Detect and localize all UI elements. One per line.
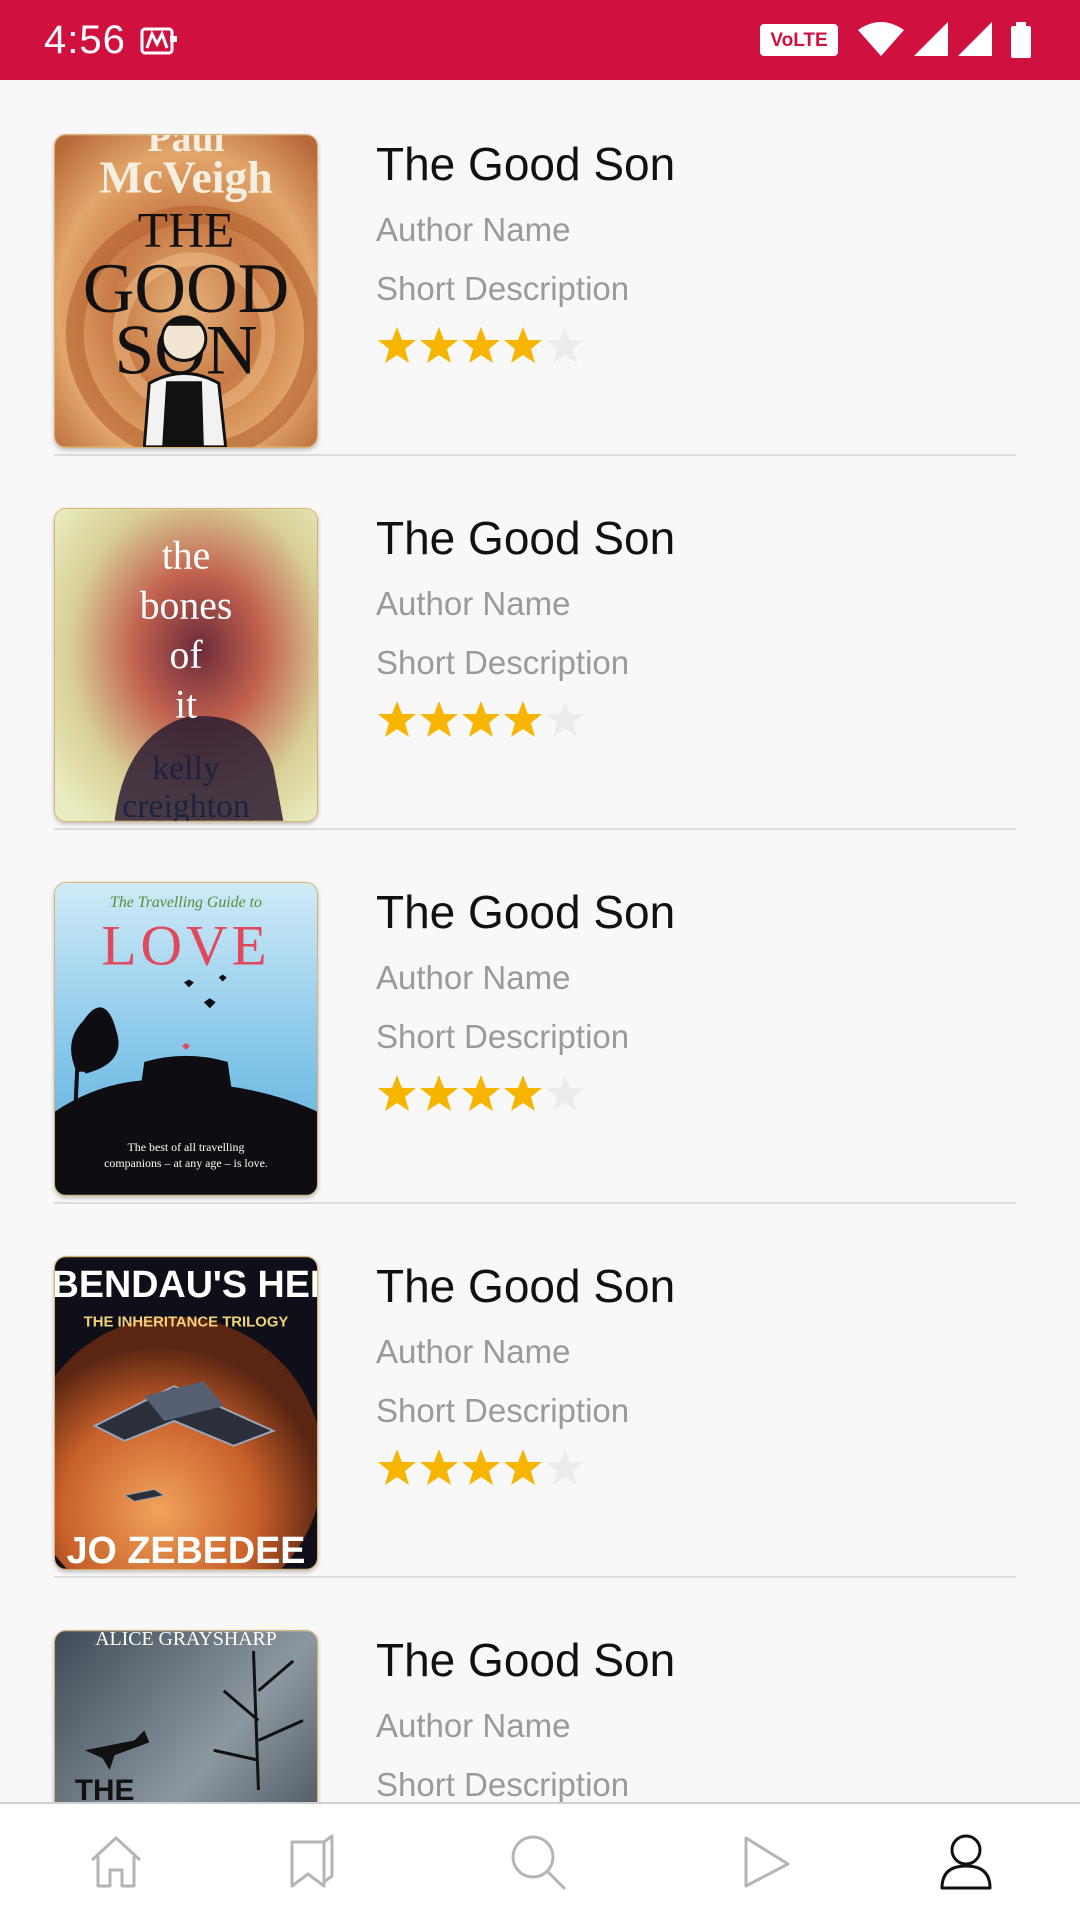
star-filled-icon (504, 1449, 542, 1485)
star-filled-icon (420, 1075, 458, 1111)
book-title[interactable]: The Good Son (376, 884, 675, 940)
star-empty-icon (546, 327, 584, 363)
star-filled-icon (504, 1075, 542, 1111)
star-rating (376, 698, 586, 740)
star-filled-icon (504, 327, 542, 363)
star-filled-icon (378, 1075, 416, 1111)
cover-text: of (169, 633, 203, 677)
nav-profile[interactable] (936, 1832, 996, 1892)
star-filled-icon (462, 327, 500, 363)
status-bar: 4:56 VoLTE 1 (0, 0, 1080, 80)
book-description: Short Description (376, 1018, 630, 1055)
book-title[interactable]: The Good Son (376, 1632, 675, 1688)
cover-text: the (162, 534, 210, 578)
star-filled-icon (420, 327, 458, 363)
cover-text: bones (140, 583, 233, 627)
book-list[interactable]: Paul McVeigh THE GOOD SON The Good Son A… (0, 80, 1080, 1802)
nav-play[interactable] (736, 1832, 796, 1892)
status-time: 4:56 (44, 18, 126, 62)
book-cover-alice-grayshar[interactable]: ALICE GRAYSHARP THE (54, 1630, 318, 1802)
star-filled-icon (378, 327, 416, 363)
book-author: Author Name (376, 1333, 571, 1370)
book-list-item[interactable]: ALICE GRAYSHARP THE The Good Son Author … (54, 1576, 1016, 1802)
book-list-item[interactable]: ABENDAU'S HEIR THE INHERITANCE TRILOGY J… (54, 1202, 1016, 1578)
cover-text: McVeigh (99, 152, 272, 203)
book-list-item[interactable]: Paul McVeigh THE GOOD SON The Good Son A… (54, 80, 1016, 456)
home-icon (90, 1836, 142, 1888)
star-filled-icon (378, 701, 416, 737)
cover-text: companions – at any age – is love. (104, 1156, 268, 1170)
star-rating (376, 1446, 586, 1488)
cover-text: THE (75, 1774, 135, 1802)
nav-search[interactable] (508, 1832, 568, 1892)
app-notification-icon (140, 27, 177, 55)
book-author: Author Name (376, 211, 571, 248)
star-empty-icon (546, 701, 584, 737)
book-description: Short Description (376, 644, 630, 681)
book-cover-good-son[interactable]: Paul McVeigh THE GOOD SON (54, 134, 318, 448)
book-cover-abendaus-heir-art: ABENDAU'S HEIR THE INHERITANCE TRILOGY J… (55, 1257, 317, 1569)
signal-icon (914, 22, 948, 56)
bottom-navigation (0, 1802, 1080, 1920)
book-title[interactable]: The Good Son (376, 1258, 675, 1314)
signal-icon-secondary (958, 22, 992, 56)
book-cover-abendaus-heir[interactable]: ABENDAU'S HEIR THE INHERITANCE TRILOGY J… (54, 1256, 318, 1570)
book-title[interactable]: The Good Son (376, 136, 675, 192)
star-filled-icon (420, 701, 458, 737)
book-description: Short Description (376, 1766, 630, 1802)
book-author: Author Name (376, 585, 571, 622)
star-filled-icon (462, 701, 500, 737)
book-title[interactable]: The Good Son (376, 510, 675, 566)
play-icon (744, 1836, 790, 1888)
volte-badge: VoLTE 1 (760, 24, 838, 78)
book-cover-good-son-art: Paul McVeigh THE GOOD SON (55, 135, 317, 447)
book-cover-love[interactable]: The Travelling Guide to LOVE The best of… (54, 882, 318, 1196)
cover-text: kelly (152, 750, 220, 787)
nav-home[interactable] (86, 1832, 146, 1892)
star-rating (376, 1072, 586, 1114)
cover-text: The best of all travelling (128, 1140, 245, 1154)
cover-text: it (175, 683, 197, 727)
nav-bookmarks[interactable] (284, 1832, 344, 1892)
book-cover-bones-of-it-art: the bones of it kelly creighton (55, 509, 317, 821)
book-description: Short Description (376, 1392, 630, 1429)
star-filled-icon (462, 1449, 500, 1485)
book-list-item[interactable]: The Travelling Guide to LOVE The best of… (54, 828, 1016, 1204)
profile-icon (940, 1834, 992, 1890)
book-author: Author Name (376, 1707, 571, 1744)
book-description: Short Description (376, 270, 630, 307)
star-filled-icon (420, 1449, 458, 1485)
star-empty-icon (546, 1075, 584, 1111)
star-filled-icon (378, 1449, 416, 1485)
cover-text: creighton (122, 788, 250, 821)
star-rating (376, 324, 586, 366)
book-cover-bones-of-it[interactable]: the bones of it kelly creighton (54, 508, 318, 822)
star-filled-icon (504, 701, 542, 737)
cover-text: LOVE (101, 915, 270, 978)
search-icon (511, 1835, 566, 1890)
battery-icon (1011, 22, 1031, 58)
book-list-item[interactable]: the bones of it kelly creighton The Good… (54, 454, 1016, 830)
cover-text: JO ZEBEDEE (67, 1529, 306, 1569)
cover-text: THE INHERITANCE TRILOGY (84, 1315, 289, 1331)
star-filled-icon (462, 1075, 500, 1111)
cover-text: ALICE GRAYSHARP (95, 1631, 277, 1650)
cover-text: ABENDAU'S HEIR (55, 1263, 317, 1305)
bookmark-icon (290, 1834, 334, 1888)
star-empty-icon (546, 1449, 584, 1485)
wifi-icon (858, 22, 904, 56)
book-author: Author Name (376, 959, 571, 996)
book-cover-alice-grayshar-art: ALICE GRAYSHARP THE (55, 1631, 317, 1802)
book-cover-love-art: The Travelling Guide to LOVE The best of… (55, 883, 317, 1195)
cover-text: The Travelling Guide to (110, 894, 262, 911)
